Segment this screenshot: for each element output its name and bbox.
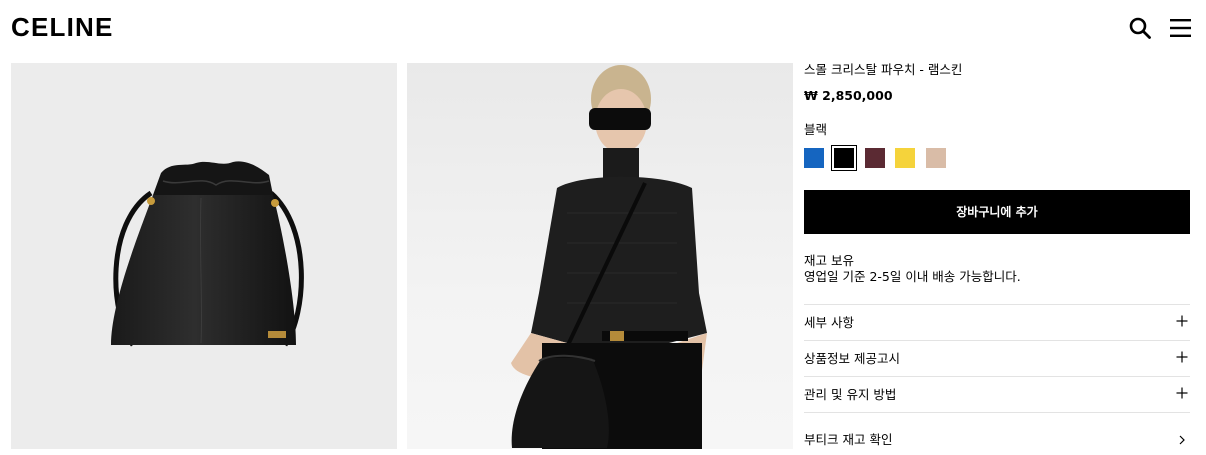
hamburger-menu-icon[interactable] <box>1169 16 1193 40</box>
plus-icon <box>1176 387 1188 399</box>
plus-icon <box>1176 351 1188 363</box>
boutique-stock-link[interactable]: 부티크 재고 확인 <box>804 412 1190 452</box>
site-header: CELINE <box>0 0 1206 56</box>
color-swatch-blue[interactable] <box>804 148 824 168</box>
accordion-label: 세부 사항 <box>804 315 854 330</box>
color-swatch-burgundy[interactable] <box>865 148 885 168</box>
celine-logo[interactable]: CELINE <box>11 13 114 41</box>
product-image-bag[interactable] <box>11 63 397 449</box>
shipping-info: 영업일 기준 2-5일 이내 배송 가능합니다. <box>804 269 1021 284</box>
accordion-label: 관리 및 유지 방법 <box>804 387 897 402</box>
stock-status: 재고 보유 <box>804 253 854 268</box>
plus-icon <box>1176 315 1188 327</box>
accordion-label: 부티크 재고 확인 <box>804 432 893 447</box>
product-title: 스몰 크리스탈 파우치 - 램스킨 <box>804 62 963 77</box>
product-price: ₩ 2,850,000 <box>804 88 893 103</box>
color-swatch-beige[interactable] <box>926 148 946 168</box>
add-to-cart-button[interactable]: 장바구니에 추가 <box>804 190 1190 234</box>
accordion-product-info[interactable]: 상품정보 제공고시 <box>804 340 1190 376</box>
selected-color-label: 블랙 <box>804 122 828 137</box>
product-image-model[interactable] <box>407 63 793 449</box>
search-icon[interactable] <box>1128 16 1152 40</box>
accordion-details[interactable]: 세부 사항 <box>804 304 1190 340</box>
color-swatch-yellow[interactable] <box>895 148 915 168</box>
accordion-care[interactable]: 관리 및 유지 방법 <box>804 376 1190 412</box>
color-swatch-black[interactable] <box>831 145 857 171</box>
chevron-right-icon <box>1179 435 1185 445</box>
accordion-label: 상품정보 제공고시 <box>804 351 900 366</box>
